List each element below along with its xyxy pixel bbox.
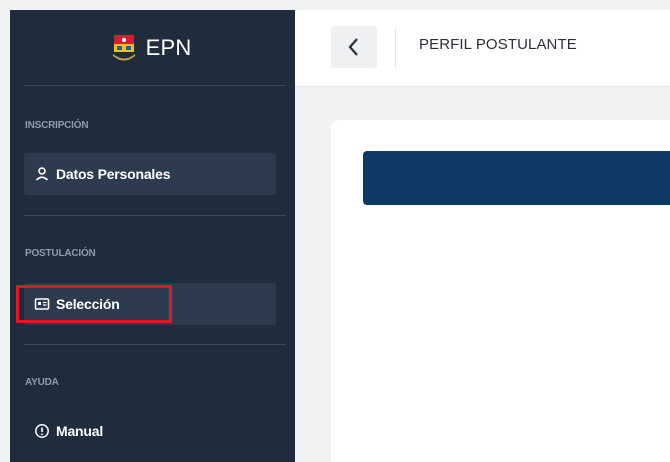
sidebar-item-label: Datos Personales bbox=[56, 166, 171, 182]
sidebar: EPN INSCRIPCIÓN Datos Personales POSTULA… bbox=[10, 10, 295, 462]
divider bbox=[24, 85, 286, 86]
sidebar-item-datos-personales[interactable]: Datos Personales bbox=[24, 153, 276, 195]
user-icon bbox=[34, 166, 50, 182]
top-header: PERFIL POSTULANTE bbox=[295, 10, 670, 87]
sidebar-item-manual[interactable]: Manual bbox=[24, 410, 276, 452]
back-button[interactable] bbox=[331, 26, 377, 68]
section-label-inscripcion: INSCRIPCIÓN bbox=[25, 120, 89, 131]
page-title: PERFIL POSTULANTE bbox=[419, 36, 577, 53]
chevron-left-icon bbox=[347, 37, 361, 57]
sidebar-item-label: Manual bbox=[56, 423, 104, 439]
section-label-postulacion: POSTULACIÓN bbox=[25, 248, 96, 259]
section-label-ayuda: AYUDA bbox=[25, 377, 59, 388]
brand-name: EPN bbox=[145, 35, 192, 60]
header-separator bbox=[395, 28, 396, 68]
brand[interactable]: EPN bbox=[10, 10, 295, 86]
info-circle-icon bbox=[34, 423, 50, 439]
divider bbox=[24, 344, 286, 345]
selection-highlight bbox=[16, 285, 172, 323]
epn-logo-icon bbox=[112, 35, 135, 61]
divider bbox=[24, 215, 286, 216]
card-header-bar bbox=[363, 151, 670, 205]
